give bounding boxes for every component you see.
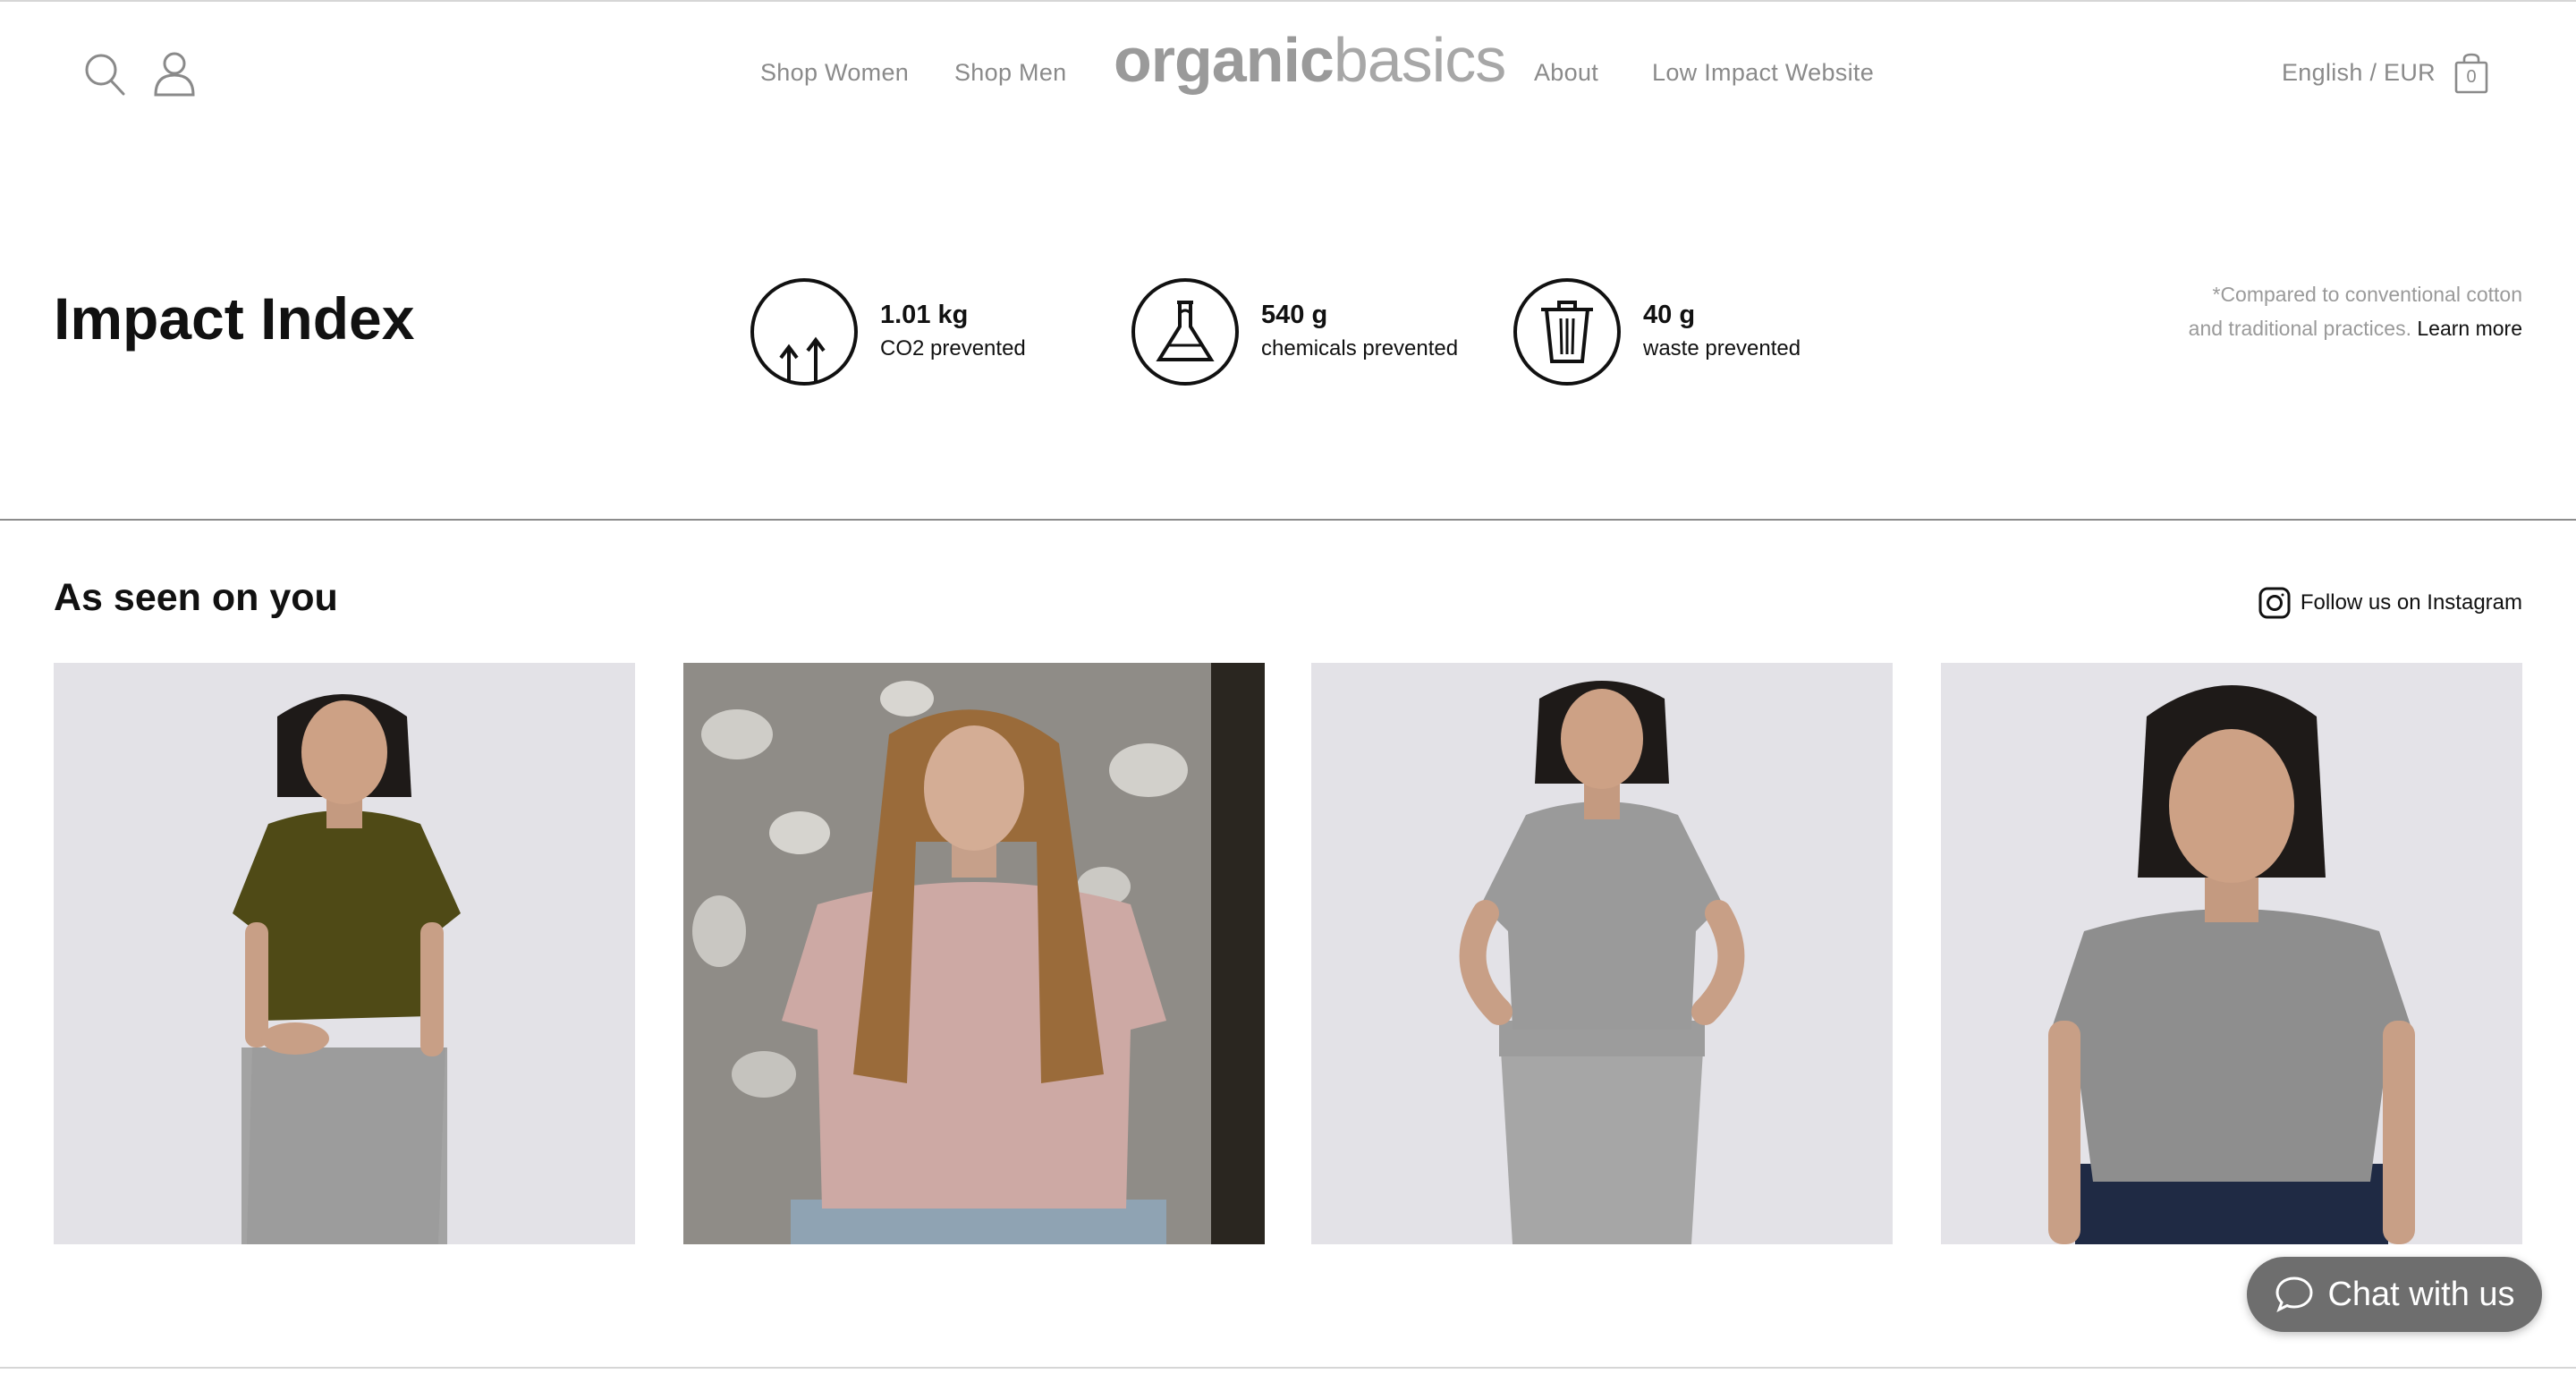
olive-tee-photo[interactable] [54,663,635,1244]
impact-index-title: Impact Index [54,285,415,352]
footnote-line-2: and traditional practices. [2188,317,2411,340]
search-icon[interactable] [82,50,127,98]
brand-logo[interactable]: organicbasics [1114,29,1506,91]
follow-instagram-link[interactable]: Follow us on Instagram [2258,585,2522,621]
cart-count: 0 [2466,67,2477,87]
bottom-border [0,1367,2576,1369]
waste-label: waste prevented [1643,336,1801,360]
flask-icon [1131,277,1240,386]
logo-part-organic: organic [1114,25,1335,95]
co2-value: 1.01 kg [880,301,969,329]
section-divider [0,519,2576,521]
footnote-line-1: *Compared to conventional cotton [2212,283,2523,306]
site-header: Shop Women Shop Men organicbasics About … [0,2,2576,145]
chemicals-value: 540 g [1261,301,1328,329]
locale-selector[interactable]: English / EUR [2282,59,2436,87]
learn-more-link[interactable]: Learn more [2417,317,2522,340]
waste-value: 40 g [1643,301,1696,329]
co2-arrows-icon [750,277,859,386]
nav-low-impact-website[interactable]: Low Impact Website [1652,59,1874,87]
instagram-icon [2258,586,2292,620]
impact-footnote: *Compared to conventional cotton and tra… [2021,277,2522,345]
nav-shop-men[interactable]: Shop Men [954,59,1066,87]
chemicals-label: chemicals prevented [1261,336,1459,360]
grey-tee-jeans-photo[interactable] [1941,663,2522,1244]
nav-about[interactable]: About [1534,59,1598,87]
pink-tee-photo[interactable] [683,663,1265,1244]
chat-with-us-button[interactable]: Chat with us [2247,1257,2542,1332]
user-icon[interactable] [152,50,197,98]
nav-shop-women[interactable]: Shop Women [760,59,909,87]
chat-bubble-icon [2274,1274,2315,1315]
as-seen-on-you-title: As seen on you [54,576,338,619]
co2-label: CO2 prevented [880,336,1026,360]
chat-label: Chat with us [2327,1275,2515,1313]
instagram-label: Follow us on Instagram [2300,590,2522,615]
cart-button[interactable]: 0 [2453,52,2489,95]
grey-tee-photo[interactable] [1311,663,1893,1244]
trash-icon [1513,277,1622,386]
logo-part-basics: basics [1333,25,1506,95]
